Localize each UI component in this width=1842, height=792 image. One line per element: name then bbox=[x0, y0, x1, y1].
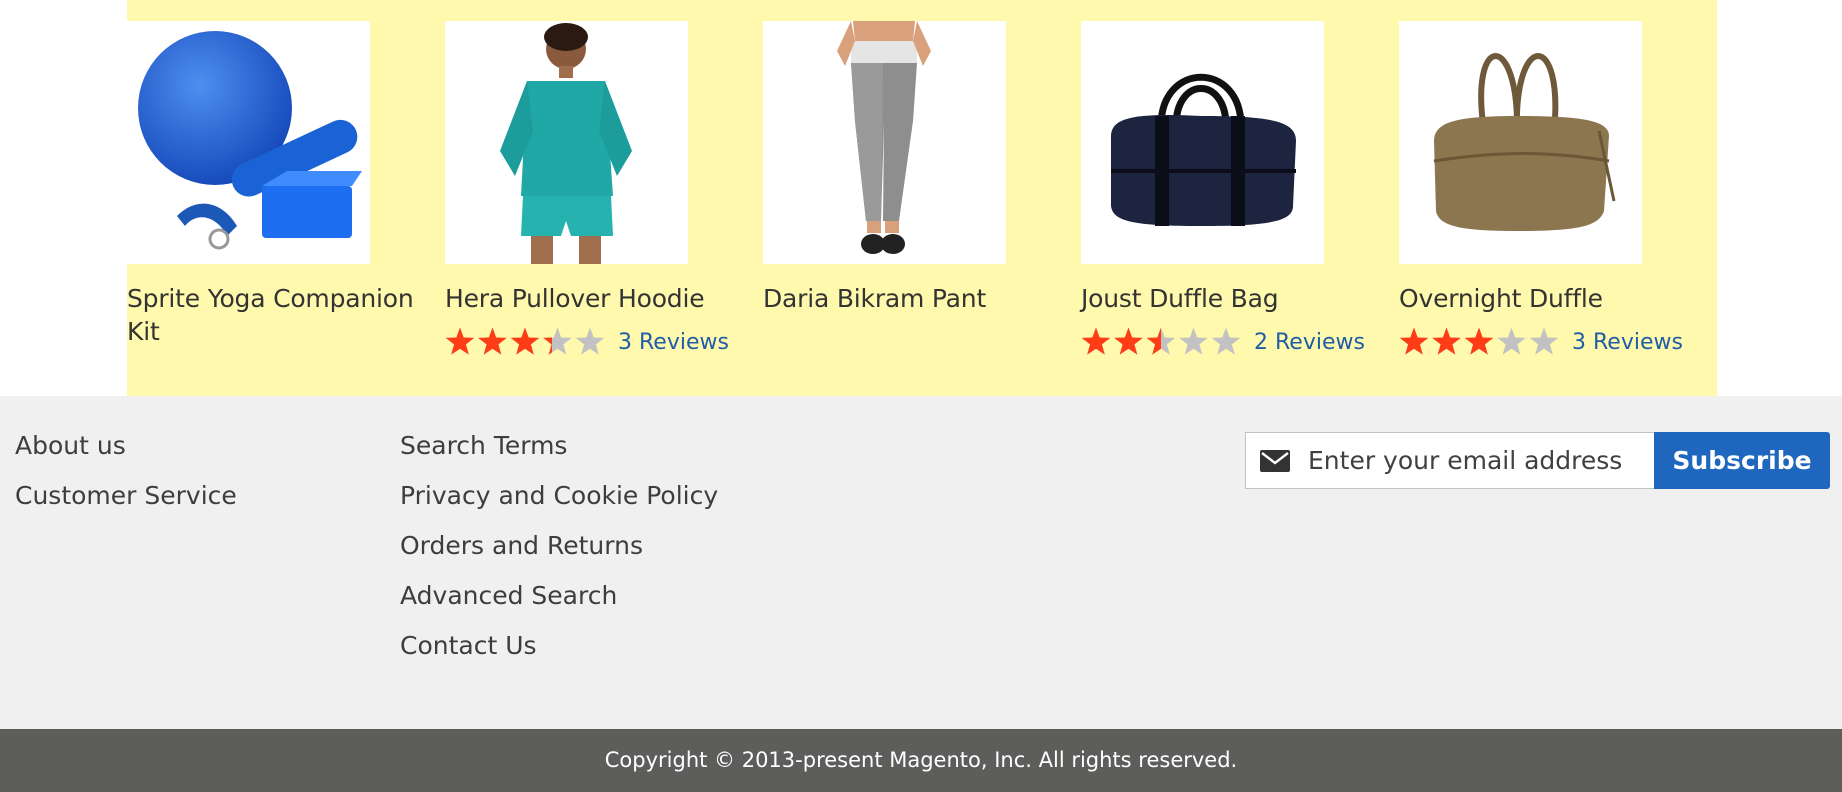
copyright-bar: Copyright © 2013-present Magento, Inc. A… bbox=[0, 729, 1842, 792]
product-item: Hera Pullover Hoodie 3 Reviews bbox=[445, 21, 735, 358]
email-field-wrapper bbox=[1245, 432, 1654, 489]
newsletter-form: Subscribe bbox=[1245, 432, 1830, 489]
product-image-pant[interactable] bbox=[763, 21, 1006, 264]
footer-links-col-2: Search Terms Privacy and Cookie Policy O… bbox=[400, 428, 718, 678]
product-name[interactable]: Hera Pullover Hoodie bbox=[445, 282, 735, 315]
product-item: Sprite Yoga Companion Kit bbox=[127, 21, 417, 348]
products-grid: Sprite Yoga Companion Kit Hera Pullover … bbox=[127, 0, 1717, 396]
footer-link-about-us[interactable]: About us bbox=[15, 431, 126, 460]
footer-link-privacy-policy[interactable]: Privacy and Cookie Policy bbox=[400, 481, 718, 510]
rating-stars bbox=[1399, 327, 1559, 357]
reviews-link[interactable]: 2 Reviews bbox=[1254, 330, 1365, 355]
page-footer: About us Customer Service Search Terms P… bbox=[0, 396, 1842, 729]
rating-stars bbox=[1081, 327, 1241, 357]
footer-link-advanced-search[interactable]: Advanced Search bbox=[400, 581, 617, 610]
rating-summary: 3 Reviews bbox=[445, 326, 735, 358]
product-image-overnight-duffle[interactable] bbox=[1399, 21, 1642, 264]
subscribe-button[interactable]: Subscribe bbox=[1654, 432, 1830, 489]
footer-link-orders-returns[interactable]: Orders and Returns bbox=[400, 531, 643, 560]
product-name[interactable]: Overnight Duffle bbox=[1399, 282, 1689, 315]
product-name[interactable]: Joust Duffle Bag bbox=[1081, 282, 1371, 315]
filled-stars bbox=[445, 327, 553, 357]
product-item: Overnight Duffle 3 Reviews bbox=[1399, 21, 1689, 358]
footer-link-contact-us[interactable]: Contact Us bbox=[400, 631, 537, 660]
rating-summary: 2 Reviews bbox=[1081, 326, 1371, 358]
product-item: Joust Duffle Bag 2 Reviews bbox=[1081, 21, 1371, 358]
product-item: Daria Bikram Pant bbox=[763, 21, 1053, 315]
rating-summary: 3 Reviews bbox=[1399, 326, 1689, 358]
filled-stars bbox=[1399, 327, 1495, 357]
product-image-hoodie[interactable] bbox=[445, 21, 688, 264]
footer-links-col-1: About us Customer Service bbox=[15, 428, 237, 528]
reviews-link[interactable]: 3 Reviews bbox=[1572, 330, 1683, 355]
product-image-yoga-kit[interactable] bbox=[127, 21, 370, 264]
product-name[interactable]: Sprite Yoga Companion Kit bbox=[127, 282, 417, 348]
envelope-icon bbox=[1260, 449, 1290, 472]
rating-stars bbox=[445, 327, 605, 357]
copyright-text: Copyright © 2013-present Magento, Inc. A… bbox=[604, 748, 1238, 772]
newsletter-email-input[interactable] bbox=[1308, 446, 1638, 475]
footer-link-search-terms[interactable]: Search Terms bbox=[400, 431, 567, 460]
reviews-link[interactable]: 3 Reviews bbox=[618, 330, 729, 355]
product-image-duffle-bag[interactable] bbox=[1081, 21, 1324, 264]
filled-stars bbox=[1081, 327, 1161, 357]
footer-link-customer-service[interactable]: Customer Service bbox=[15, 481, 237, 510]
product-name[interactable]: Daria Bikram Pant bbox=[763, 282, 1053, 315]
